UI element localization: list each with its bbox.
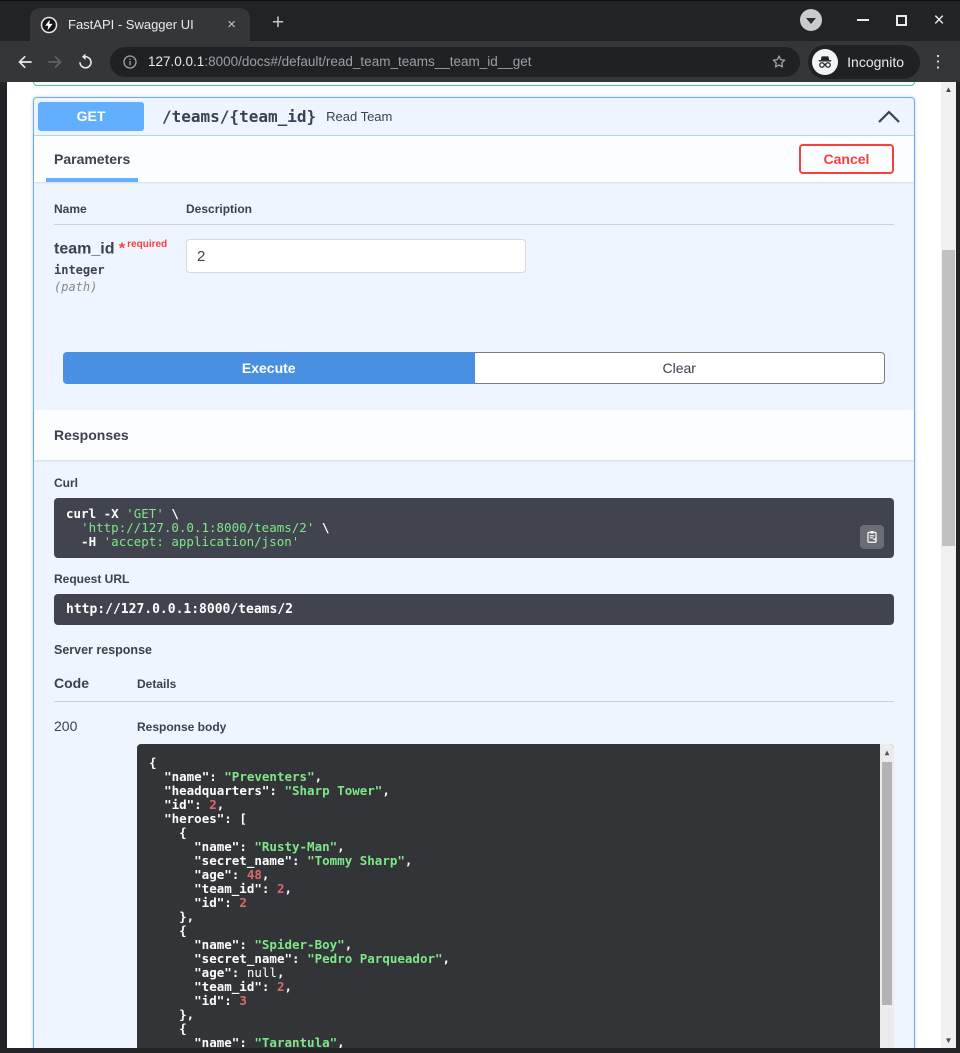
- browser-tab[interactable]: FastAPI - Swagger UI ×: [30, 8, 250, 41]
- endpoint-summary-text: Read Team: [326, 109, 392, 124]
- column-details: Details: [137, 675, 894, 691]
- parameter-location: (path): [54, 280, 186, 294]
- responses-section: Curl curl -X 'GET' \ 'http://127.0.0.1:8…: [34, 460, 914, 1048]
- method-badge: GET: [38, 102, 144, 131]
- maximize-button[interactable]: [890, 9, 912, 31]
- parameters-header: Parameters Cancel: [34, 136, 914, 182]
- forward-button[interactable]: [40, 47, 70, 77]
- reload-button[interactable]: [70, 47, 100, 77]
- parameters-section: Name Description team_id *required integ…: [34, 182, 914, 410]
- server-response-row: 200 Response body { "name": "Preventers"…: [54, 702, 894, 1048]
- url-text: 127.0.0.1:8000/docs#/default/read_team_t…: [148, 54, 770, 69]
- scroll-up-icon[interactable]: ▲: [880, 746, 894, 760]
- required-label: required: [127, 239, 167, 250]
- fastapi-favicon-icon: [40, 16, 58, 34]
- window-controls: ×: [800, 9, 950, 31]
- response-body-label: Response body: [137, 720, 894, 734]
- window-close-button[interactable]: ×: [928, 9, 950, 31]
- address-bar[interactable]: 127.0.0.1:8000/docs#/default/read_team_t…: [110, 47, 800, 77]
- page-info-icon[interactable]: [122, 54, 138, 70]
- curl-label: Curl: [54, 476, 894, 490]
- parameter-value-cell: [186, 239, 894, 294]
- endpoint-path: /teams/{team_id}: [162, 107, 316, 126]
- endpoint-summary[interactable]: GET /teams/{team_id} Read Team: [34, 98, 914, 136]
- url-host: 127.0.0.1: [148, 54, 204, 69]
- tab-title: FastAPI - Swagger UI: [68, 17, 223, 32]
- page-content: GET /teams/{team_id} Read Team Parameter…: [7, 82, 941, 1048]
- response-body-scrollbar[interactable]: ▲: [880, 744, 894, 1048]
- response-details: Response body { "name": "Preventers", "h…: [137, 718, 894, 1048]
- page-scrollbar[interactable]: ▲ ▼: [941, 82, 956, 1048]
- tab-parameters[interactable]: Parameters: [46, 136, 138, 182]
- back-button[interactable]: [10, 47, 40, 77]
- incognito-badge: Incognito: [808, 45, 920, 79]
- new-tab-button[interactable]: +: [264, 10, 292, 38]
- url-path: :8000/docs#/default/read_team_teams__tea…: [204, 54, 531, 69]
- column-code: Code: [54, 675, 137, 691]
- column-description: Description: [186, 202, 894, 216]
- cancel-button[interactable]: Cancel: [799, 144, 894, 174]
- incognito-icon: [812, 49, 838, 75]
- copy-to-clipboard-button[interactable]: [860, 525, 884, 549]
- browser-window: FastAPI - Swagger UI × + × 127.0.0.: [0, 0, 960, 1053]
- page-scroll-up-icon[interactable]: ▲: [941, 85, 956, 94]
- response-table-header: Code Details: [54, 675, 894, 702]
- status-code: 200: [54, 718, 137, 1048]
- parameter-type: integer: [54, 263, 186, 277]
- parameter-name: team_id *required: [54, 239, 186, 258]
- response-scrollbar-thumb[interactable]: [882, 762, 892, 1005]
- parameters-table-header: Name Description: [54, 202, 894, 225]
- minimize-button[interactable]: [852, 9, 874, 31]
- clear-button[interactable]: Clear: [475, 352, 886, 384]
- tab-bar: FastAPI - Swagger UI × + ×: [0, 1, 960, 41]
- request-url-value: http://127.0.0.1:8000/teams/2: [54, 594, 894, 625]
- parameter-info: team_id *required integer (path): [54, 239, 186, 294]
- browser-menu-icon[interactable]: ⋮: [926, 52, 950, 72]
- column-name: Name: [54, 202, 186, 216]
- response-body-code: { "name": "Preventers", "headquarters": …: [149, 756, 868, 1048]
- curl-command-box: curl -X 'GET' \ 'http://127.0.0.1:8000/t…: [54, 498, 894, 558]
- page-scroll-down-icon[interactable]: ▼: [941, 1036, 956, 1045]
- request-url-label: Request URL: [54, 572, 894, 586]
- collapse-chevron-icon[interactable]: [878, 110, 900, 123]
- page-scrollbar-thumb[interactable]: [942, 250, 955, 546]
- responses-title: Responses: [54, 427, 129, 443]
- team-id-input[interactable]: [186, 239, 526, 273]
- tab-close-icon[interactable]: ×: [223, 15, 240, 34]
- execute-row: Execute Clear: [63, 352, 885, 384]
- curl-command-code: curl -X 'GET' \ 'http://127.0.0.1:8000/t…: [66, 507, 854, 549]
- get-endpoint-block: GET /teams/{team_id} Read Team Parameter…: [33, 97, 915, 1048]
- incognito-label: Incognito: [847, 54, 904, 70]
- browser-toolbar: 127.0.0.1:8000/docs#/default/read_team_t…: [0, 41, 960, 82]
- parameter-row: team_id *required integer (path): [54, 225, 894, 294]
- responses-header: Responses: [34, 410, 914, 460]
- previous-endpoint-block-edge[interactable]: [33, 82, 915, 86]
- execute-button[interactable]: Execute: [63, 352, 475, 384]
- required-star: *: [119, 240, 125, 257]
- bookmark-star-icon[interactable]: [770, 53, 788, 71]
- tab-search-icon[interactable]: [800, 9, 822, 31]
- response-body-box: { "name": "Preventers", "headquarters": …: [137, 744, 894, 1048]
- server-response-label: Server response: [54, 643, 894, 657]
